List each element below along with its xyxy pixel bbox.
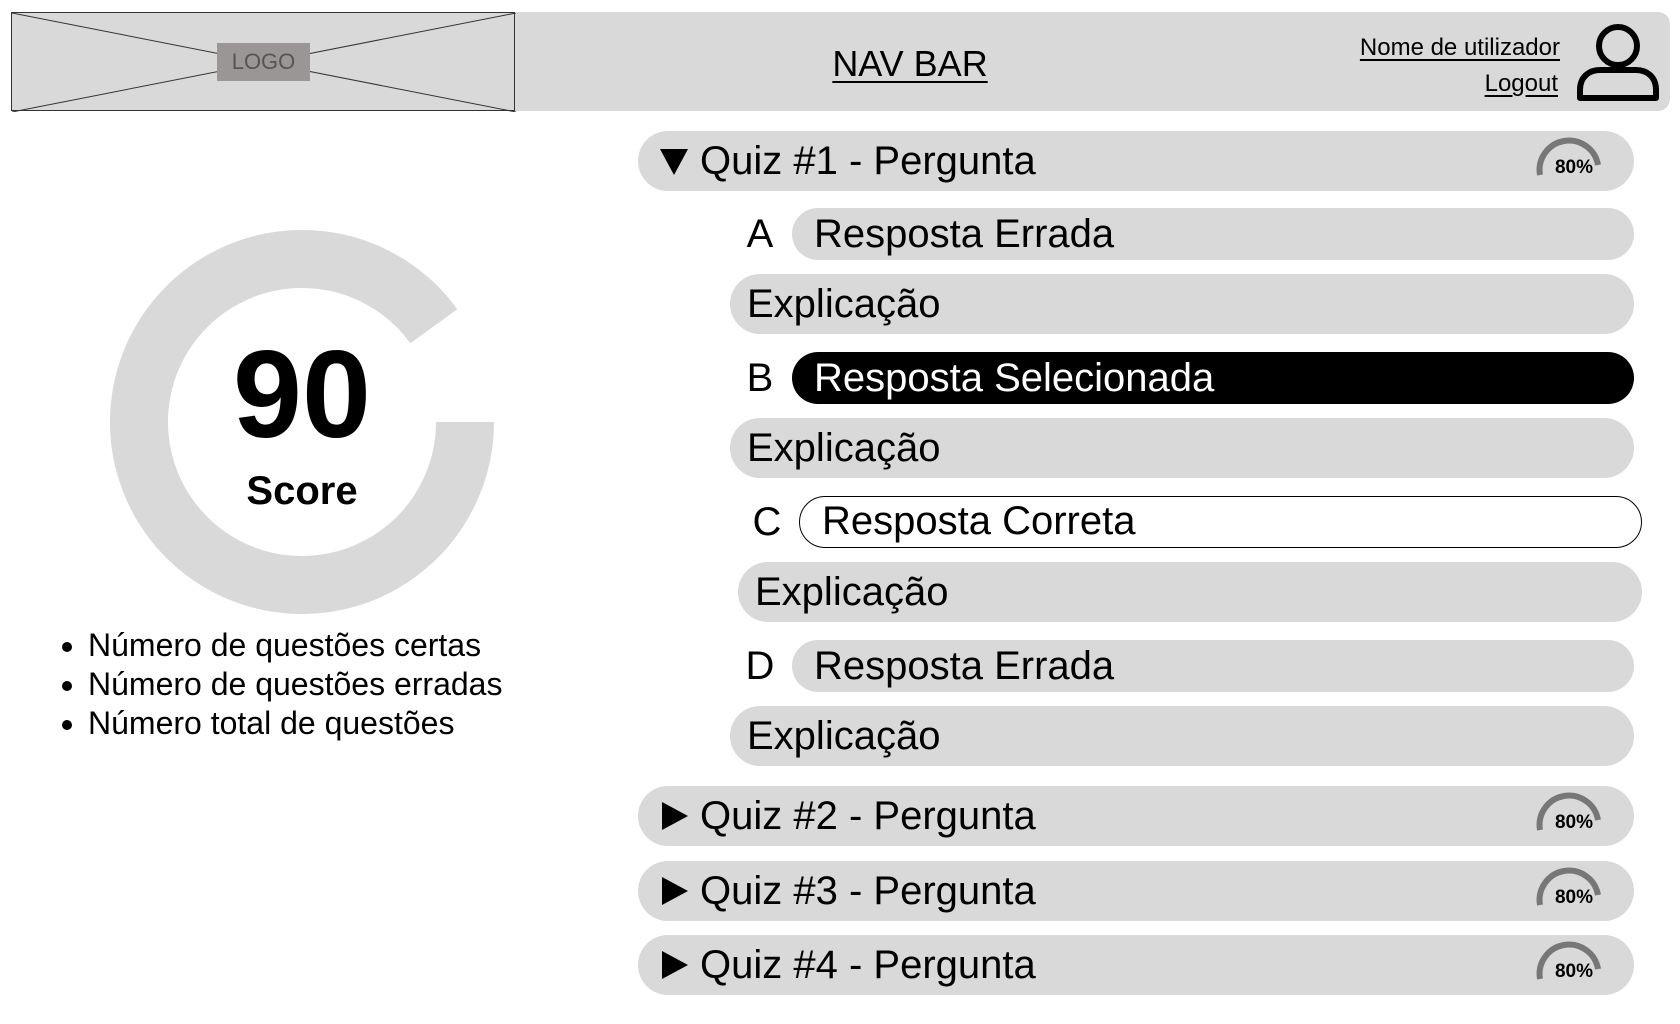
quiz-2-header[interactable]: Quiz #2 - Pergunta 80% [638, 786, 1634, 846]
quiz-4-title: Quiz #4 - Pergunta [700, 943, 1036, 987]
quiz-2-score-gauge: 80% [1532, 790, 1604, 836]
answer-d-option[interactable]: Resposta Errada [792, 640, 1634, 692]
nav-bar-title[interactable]: NAV BAR [800, 40, 1020, 88]
quiz-4-header[interactable]: Quiz #4 - Pergunta 80% [638, 935, 1634, 995]
answer-d-letter: D [745, 644, 775, 688]
quiz-1-header[interactable]: Quiz #1 - Pergunta 80% [638, 131, 1634, 191]
quiz-4-score-gauge: 80% [1532, 939, 1604, 985]
logo-placeholder[interactable]: LOGO [11, 12, 516, 112]
logout-link[interactable]: Logout [1485, 68, 1558, 100]
quiz-3-score-gauge: 80% [1532, 865, 1604, 911]
user-icon[interactable] [1576, 20, 1660, 102]
answer-a-letter: A [746, 212, 774, 256]
logo-label: LOGO [217, 43, 310, 81]
answer-c-explanation: Explicação [738, 562, 1642, 622]
quiz-2-gauge-label: 80% [1554, 812, 1594, 833]
triangle-right-icon[interactable] [658, 861, 694, 921]
triangle-right-icon[interactable] [658, 786, 694, 846]
quiz-4-gauge-label: 80% [1554, 961, 1594, 982]
answer-c-letter: C [752, 500, 782, 544]
user-name-link[interactable]: Nome de utilizador [1360, 32, 1560, 64]
quiz-3-gauge-label: 80% [1554, 887, 1594, 908]
answer-b-explanation: Explicação [730, 418, 1634, 478]
answer-a-option[interactable]: Resposta Errada [792, 208, 1634, 260]
answer-c-option-correct[interactable]: Resposta Correta [799, 496, 1642, 548]
quiz-3-title: Quiz #3 - Pergunta [700, 869, 1036, 913]
quiz-1-score-gauge: 80% [1532, 135, 1604, 181]
stat-total-count: Número total de questões [88, 704, 502, 743]
answer-d-explanation: Explicação [730, 706, 1634, 766]
triangle-right-icon[interactable] [658, 935, 694, 995]
answer-b-option-selected[interactable]: Resposta Selecionada [792, 352, 1634, 404]
quiz-1-title: Quiz #1 - Pergunta [700, 139, 1036, 183]
score-label: Score [246, 469, 358, 513]
quiz-3-header[interactable]: Quiz #3 - Pergunta 80% [638, 861, 1634, 921]
score-stats-list: Número de questões certas Número de ques… [50, 626, 502, 743]
triangle-down-icon[interactable] [658, 131, 694, 191]
answer-b-letter: B [746, 356, 774, 400]
answer-a-explanation: Explicação [730, 274, 1634, 334]
stat-wrong-count: Número de questões erradas [88, 665, 502, 704]
stat-correct-count: Número de questões certas [88, 626, 502, 665]
score-value: 90 [233, 326, 371, 464]
quiz-1-gauge-label: 80% [1554, 157, 1594, 178]
quiz-2-title: Quiz #2 - Pergunta [700, 794, 1036, 838]
